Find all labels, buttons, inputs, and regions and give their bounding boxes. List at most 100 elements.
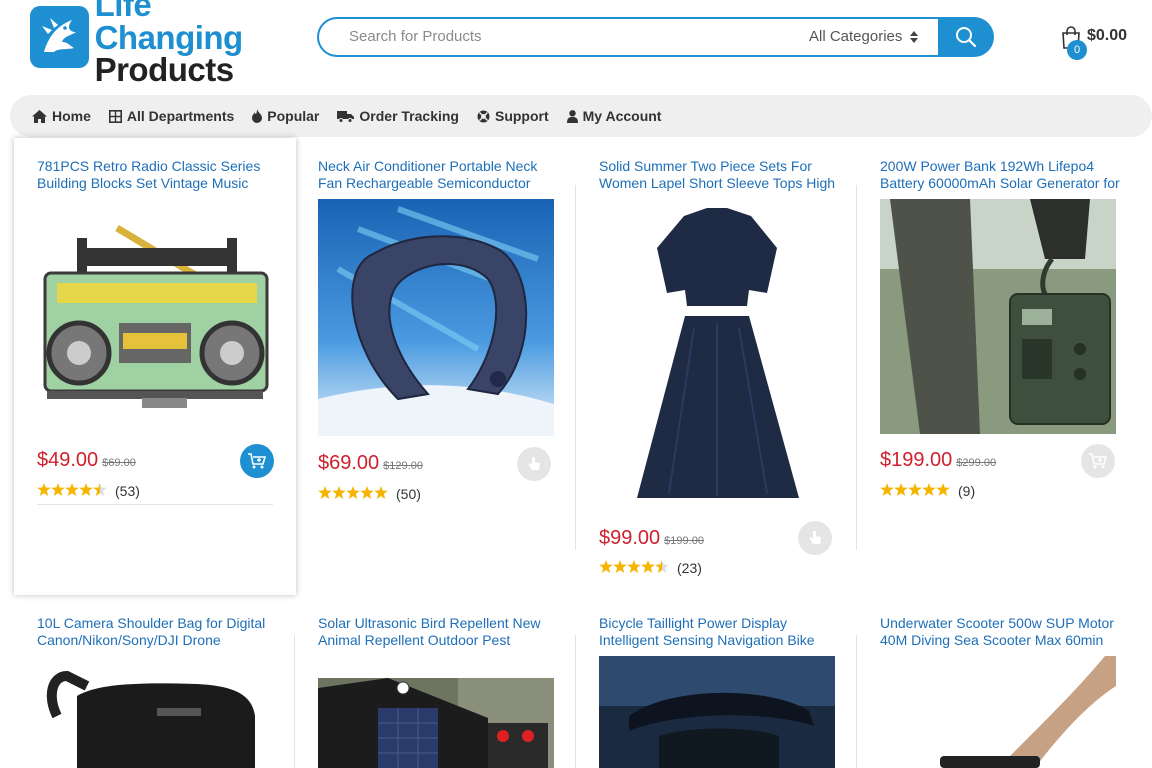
category-select-label: All Categories bbox=[809, 28, 903, 45]
card-divider bbox=[37, 504, 273, 505]
product-price: $69.00 $129.00 bbox=[318, 452, 423, 475]
star-icon bbox=[936, 483, 950, 499]
cart-button[interactable]: 0 $0.00 bbox=[1060, 24, 1140, 60]
nav-home-label: Home bbox=[52, 108, 91, 124]
nav-support[interactable]: Support bbox=[477, 108, 549, 124]
pointer-hand-icon bbox=[528, 456, 540, 470]
review-count: (53) bbox=[115, 483, 140, 499]
star-rating bbox=[599, 560, 669, 576]
star-icon bbox=[332, 486, 346, 502]
product-title[interactable]: Bicycle Taillight Power Display Intellig… bbox=[599, 615, 839, 651]
product-rating: (23) bbox=[599, 560, 702, 576]
cart-plus-icon bbox=[248, 453, 266, 469]
star-icon bbox=[922, 483, 936, 499]
sale-price: $69.00 bbox=[318, 452, 380, 474]
product-card[interactable]: Underwater Scooter 500w SUP Motor 40M Di… bbox=[857, 595, 1139, 768]
select-options-button[interactable] bbox=[517, 447, 551, 481]
product-rating: (9) bbox=[880, 483, 975, 499]
site-header: Life Changing Products All Categories 0 … bbox=[0, 0, 1152, 90]
product-image[interactable] bbox=[880, 199, 1116, 434]
product-title[interactable]: Solar Ultrasonic Bird Repellent New Anim… bbox=[318, 615, 558, 651]
product-title[interactable]: 10L Camera Shoulder Bag for Digital Cano… bbox=[37, 615, 277, 651]
product-title[interactable]: Solid Summer Two Piece Sets For Women La… bbox=[599, 158, 839, 194]
star-icon bbox=[65, 483, 79, 499]
nav-all-departments[interactable]: All Departments bbox=[108, 108, 235, 124]
sale-price: $199.00 bbox=[880, 449, 953, 471]
lifebuoy-icon bbox=[477, 110, 490, 122]
product-image[interactable] bbox=[599, 208, 835, 508]
product-card[interactable]: 200W Power Bank 192Wh Lifepo4 Battery 60… bbox=[857, 138, 1139, 518]
star-icon bbox=[627, 560, 641, 576]
product-card[interactable]: Solid Summer Two Piece Sets For Women La… bbox=[576, 138, 858, 588]
cart-total: $0.00 bbox=[1087, 27, 1128, 44]
product-image[interactable] bbox=[37, 208, 273, 418]
nav-home[interactable]: Home bbox=[32, 108, 91, 124]
logo-text-line1: Life Changing bbox=[94, 0, 244, 56]
add-to-cart-button[interactable] bbox=[1081, 444, 1115, 478]
product-price: $199.00 $299.00 bbox=[880, 449, 996, 472]
nav-support-label: Support bbox=[494, 108, 549, 124]
product-card[interactable]: 781PCS Retro Radio Classic Series Buildi… bbox=[14, 138, 296, 595]
sort-arrows-icon bbox=[910, 30, 919, 43]
product-image[interactable] bbox=[318, 678, 554, 768]
star-icon bbox=[641, 560, 655, 576]
star-icon bbox=[79, 483, 93, 499]
nav-order-tracking[interactable]: Order Tracking bbox=[337, 108, 459, 124]
nav-popular[interactable]: Popular bbox=[252, 108, 319, 124]
star-icon bbox=[318, 486, 332, 502]
main-nav: Home All Departments Popular Order Track… bbox=[10, 95, 1152, 137]
product-card[interactable]: Solar Ultrasonic Bird Repellent New Anim… bbox=[295, 595, 577, 768]
search-input[interactable] bbox=[349, 28, 769, 45]
product-card[interactable]: Neck Air Conditioner Portable Neck Fan R… bbox=[295, 138, 577, 518]
product-title[interactable]: Underwater Scooter 500w SUP Motor 40M Di… bbox=[880, 615, 1120, 651]
logo-text-line2: Products bbox=[94, 51, 235, 88]
product-rating: (53) bbox=[37, 483, 140, 499]
truck-icon bbox=[337, 110, 355, 123]
product-image[interactable] bbox=[37, 656, 273, 768]
product-price: $49.00 $69.00 bbox=[37, 449, 136, 472]
search-bar: All Categories bbox=[317, 17, 994, 57]
star-icon bbox=[880, 483, 894, 499]
star-icon bbox=[93, 483, 107, 499]
select-options-button[interactable] bbox=[798, 521, 832, 555]
original-price: $69.00 bbox=[102, 457, 136, 469]
product-image[interactable] bbox=[599, 656, 835, 768]
star-rating bbox=[318, 486, 388, 502]
fire-icon bbox=[252, 109, 263, 123]
search-button[interactable] bbox=[938, 17, 994, 57]
product-image[interactable] bbox=[318, 199, 554, 436]
star-icon bbox=[51, 483, 65, 499]
star-rating bbox=[880, 483, 950, 499]
nav-popular-label: Popular bbox=[267, 108, 320, 124]
review-count: (9) bbox=[958, 483, 976, 499]
product-title[interactable]: 781PCS Retro Radio Classic Series Buildi… bbox=[37, 158, 277, 194]
original-price: $129.00 bbox=[383, 460, 423, 472]
product-card[interactable]: 10L Camera Shoulder Bag for Digital Cano… bbox=[14, 595, 296, 768]
site-logo[interactable]: Life Changing Products bbox=[30, 0, 290, 86]
search-icon bbox=[956, 27, 977, 48]
star-icon bbox=[360, 486, 374, 502]
user-icon bbox=[566, 109, 578, 123]
nav-all-departments-label: All Departments bbox=[126, 108, 235, 124]
product-rating: (50) bbox=[318, 486, 421, 502]
pointer-hand-icon bbox=[809, 530, 821, 544]
nav-my-account[interactable]: My Account bbox=[566, 108, 662, 124]
product-title[interactable]: Neck Air Conditioner Portable Neck Fan R… bbox=[318, 158, 558, 194]
star-icon bbox=[655, 560, 669, 576]
grid-icon bbox=[108, 109, 122, 123]
product-image[interactable] bbox=[880, 656, 1116, 768]
nav-my-account-label: My Account bbox=[582, 108, 662, 124]
nav-order-tracking-label: Order Tracking bbox=[359, 108, 459, 124]
product-title[interactable]: 200W Power Bank 192Wh Lifepo4 Battery 60… bbox=[880, 158, 1120, 194]
original-price: $299.00 bbox=[956, 457, 997, 469]
category-select[interactable]: All Categories bbox=[809, 28, 919, 45]
add-to-cart-button[interactable] bbox=[240, 444, 274, 478]
sale-price: $99.00 bbox=[599, 527, 661, 549]
star-icon bbox=[346, 486, 360, 502]
review-count: (23) bbox=[677, 560, 702, 576]
product-card[interactable]: Bicycle Taillight Power Display Intellig… bbox=[576, 595, 858, 768]
star-icon bbox=[613, 560, 627, 576]
star-rating bbox=[37, 483, 107, 499]
dragon-logo-icon bbox=[30, 6, 89, 68]
original-price: $199.00 bbox=[664, 535, 704, 547]
